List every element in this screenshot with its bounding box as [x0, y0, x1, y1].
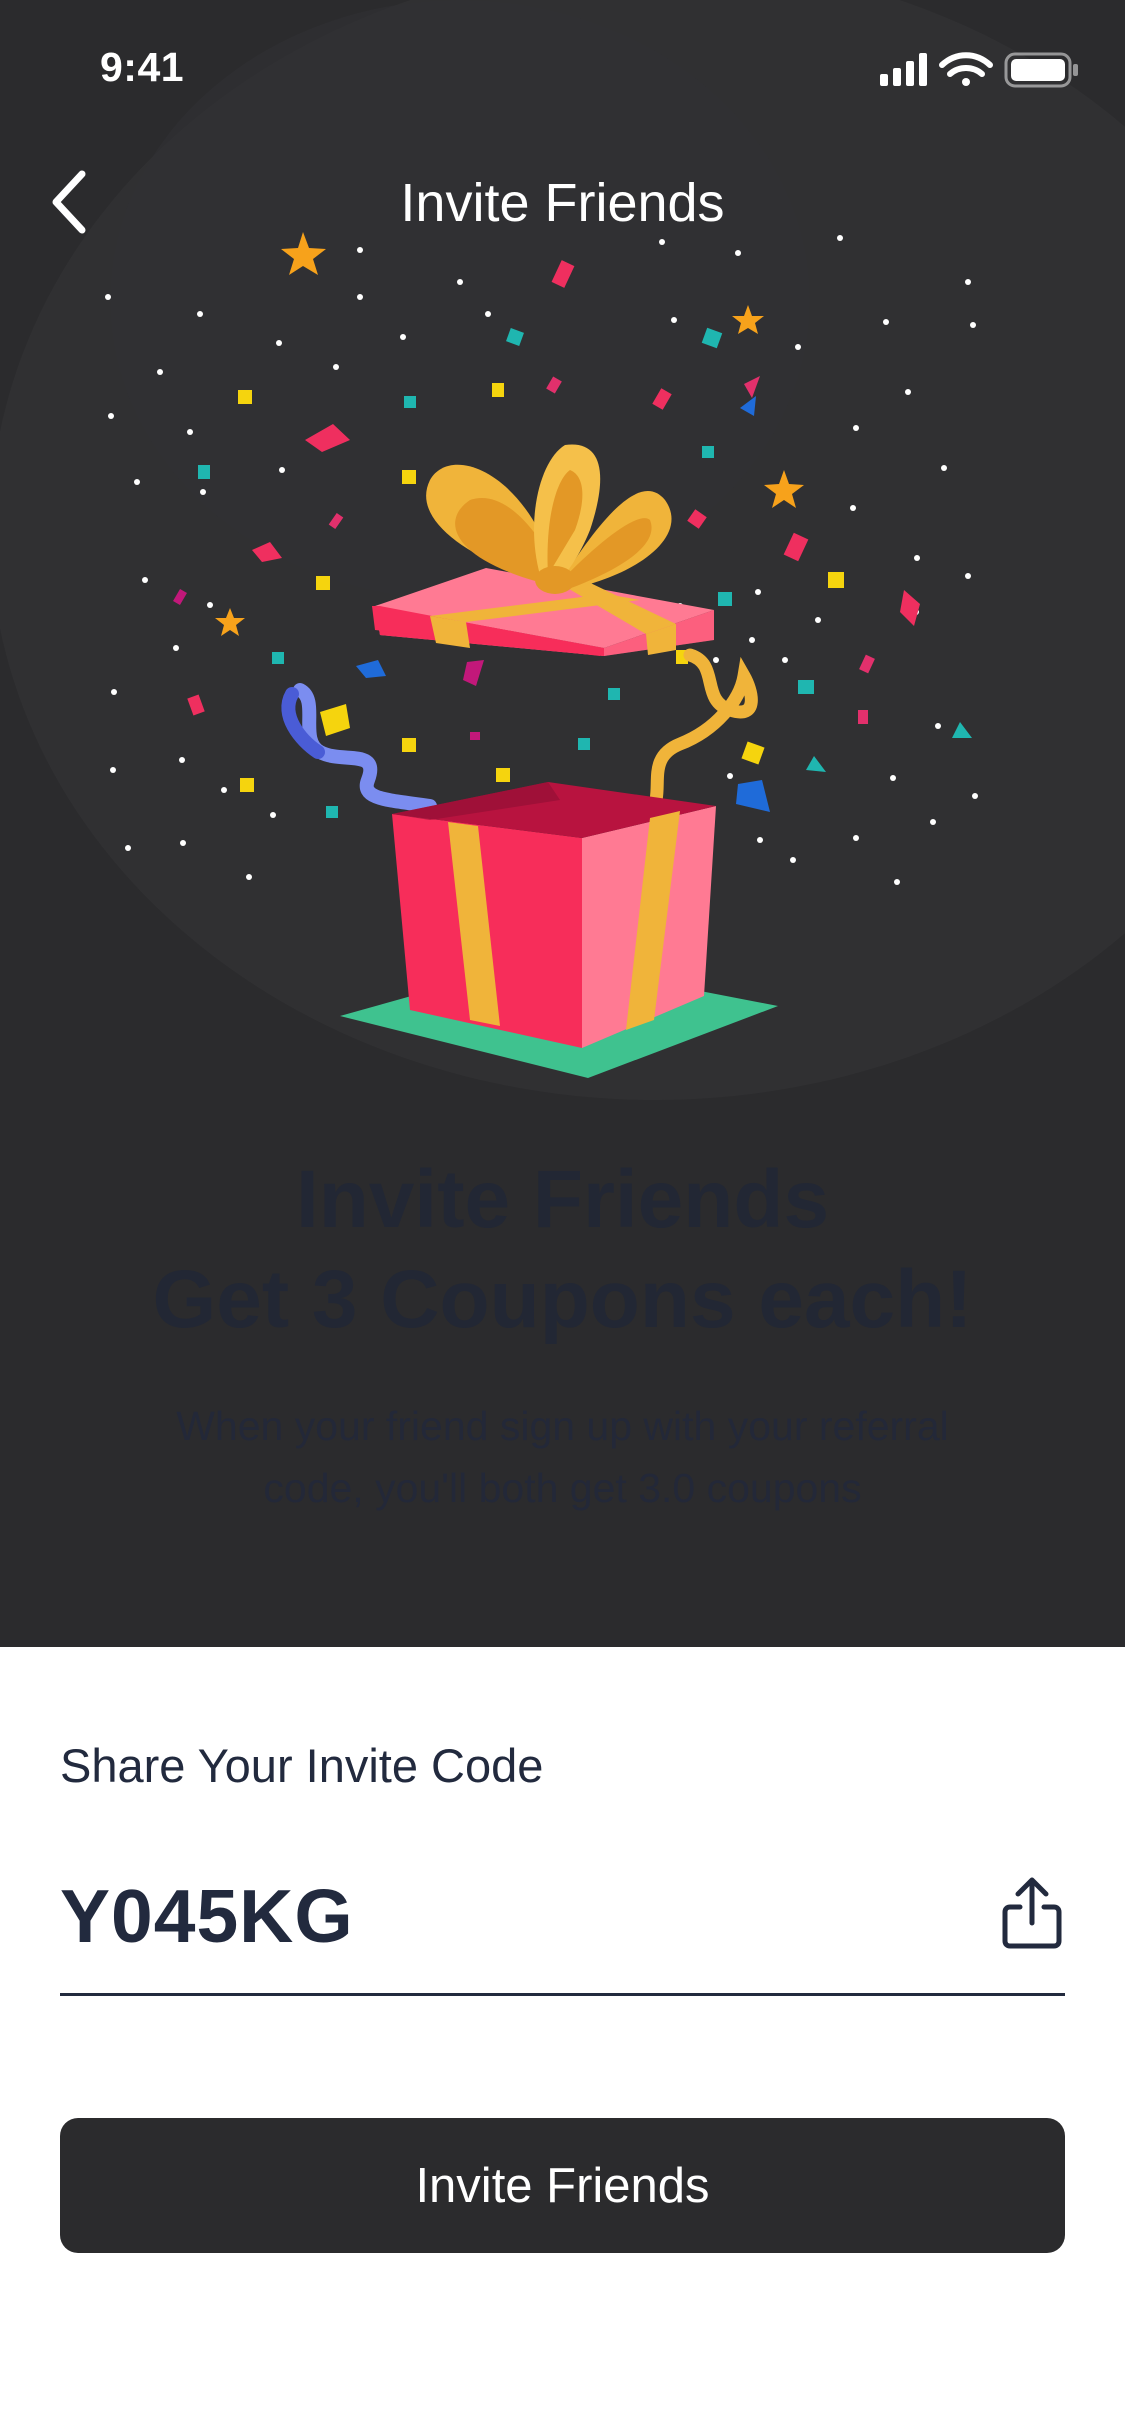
invite-friends-button[interactable]: Invite Friends [60, 2118, 1065, 2253]
hero-headline: Invite Friends Get 3 Coupons each! [0, 1150, 1125, 1350]
hero-headline-line2: Get 3 Coupons each! [152, 1254, 973, 1345]
hero-subtext-line2: code, you'll both get 3.0 coupons [263, 1465, 862, 1511]
battery-icon [1004, 52, 1078, 88]
share-button[interactable] [1000, 1877, 1064, 1949]
hero-section: 9:41 Invite Friends Invite Friends Get 3… [0, 0, 1125, 1647]
invite-code-value: Y045KG [60, 1874, 354, 1958]
share-code-label: Share Your Invite Code [60, 1739, 544, 1792]
right-streamer [649, 648, 758, 807]
hero-subtext: When your friend sign up with your refer… [60, 1395, 1065, 1519]
hero-headline-line1: Invite Friends [295, 1154, 830, 1245]
status-icons [880, 50, 1080, 95]
hero-subtext-line1: When your friend sign up with your refer… [176, 1403, 949, 1449]
gift-illustration [105, 232, 978, 1078]
gift-box [392, 782, 716, 1048]
status-time: 9:41 [100, 44, 185, 90]
wifi-icon [939, 52, 993, 86]
gift-lid [372, 444, 714, 656]
share-icon [1002, 1877, 1062, 1949]
code-underline [60, 1993, 1065, 1996]
invite-friends-screen: 9:41 Invite Friends Invite Friends Get 3… [0, 0, 1125, 2436]
signal-icon [880, 53, 927, 86]
page-title: Invite Friends [400, 173, 725, 233]
